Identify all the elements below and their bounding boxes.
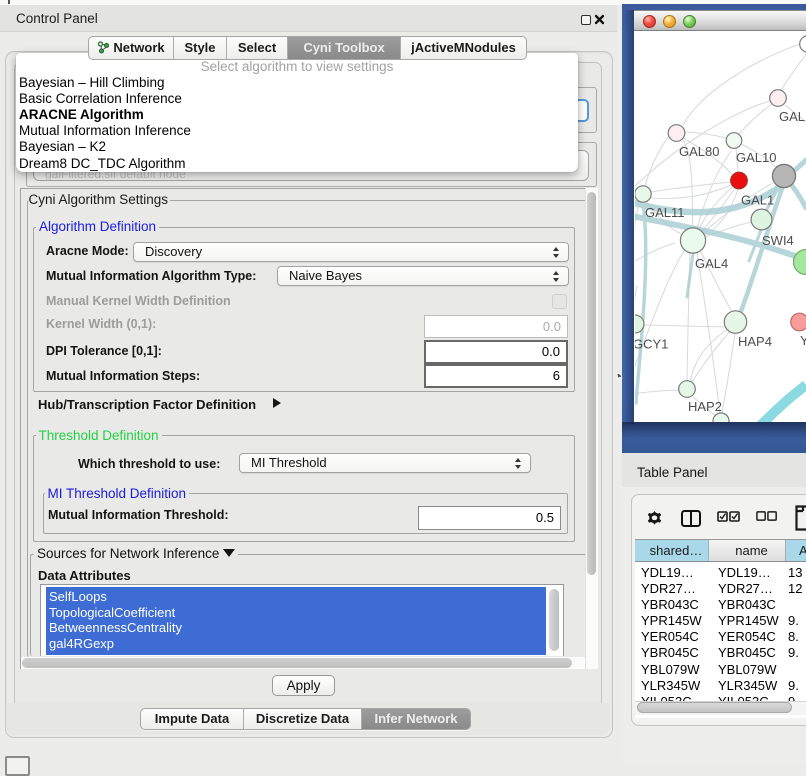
svg-text:GAL10: GAL10 <box>736 150 776 165</box>
svg-text:GAL1: GAL1 <box>741 193 774 208</box>
svg-text:GCY1: GCY1 <box>635 337 668 352</box>
svg-text:GAL4: GAL4 <box>695 256 728 271</box>
svg-text:GAL: GAL <box>779 109 805 124</box>
svg-text:HAP2: HAP2 <box>688 399 722 414</box>
svg-text:HAP4: HAP4 <box>738 334 772 349</box>
svg-text:GAL80: GAL80 <box>679 144 719 159</box>
svg-text:SWI4: SWI4 <box>762 233 794 248</box>
svg-text:GAL11: GAL11 <box>645 205 685 220</box>
svg-text:Y: Y <box>800 333 806 348</box>
